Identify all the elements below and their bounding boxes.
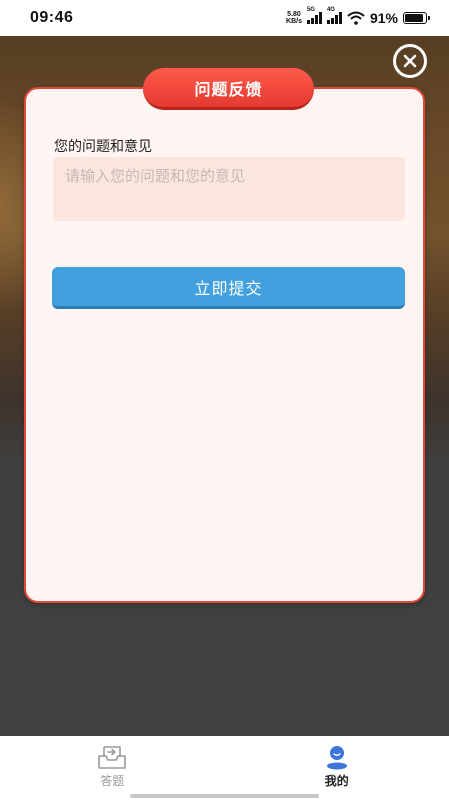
- battery-percent: 91%: [369, 10, 398, 26]
- network-speed: 5.80 KB/s: [286, 11, 302, 25]
- wifi-icon: [347, 11, 365, 25]
- status-indicators: 5.80 KB/s 5G 4G 91%: [286, 7, 430, 26]
- user-profile-icon: [326, 746, 347, 770]
- home-indicator[interactable]: [130, 794, 319, 798]
- feedback-field-label: 您的问题和意见: [54, 139, 152, 155]
- nav-label-mine: 我的: [324, 774, 349, 788]
- sim1-generation: 5G: [306, 7, 315, 13]
- close-button[interactable]: [393, 44, 427, 78]
- answer-tray-icon: [98, 746, 127, 769]
- nav-item-answer[interactable]: 答题: [0, 736, 225, 800]
- battery-icon: [403, 12, 430, 24]
- feedback-dialog: 您的问题和意见 立即提交: [24, 87, 425, 603]
- signal-sim2-icon: 4G: [326, 7, 342, 24]
- bottom-nav: 答题 我的: [0, 736, 449, 800]
- feedback-input[interactable]: [53, 157, 405, 221]
- nav-item-mine[interactable]: 我的: [225, 736, 449, 800]
- battery-fill: [405, 14, 424, 22]
- dialog-title: 问题反馈: [143, 68, 314, 110]
- sim2-generation: 4G: [326, 7, 335, 13]
- status-time: 09:46: [30, 9, 74, 26]
- nav-label-answer: 答题: [100, 774, 125, 788]
- submit-button[interactable]: 立即提交: [52, 267, 405, 309]
- signal-sim1-icon: 5G: [306, 7, 322, 24]
- network-speed-unit: KB/s: [286, 18, 302, 25]
- status-bar: 09:46 5.80 KB/s 5G 4G 91%: [0, 0, 449, 36]
- close-icon: [403, 54, 417, 68]
- network-speed-value: 5.80: [287, 11, 301, 18]
